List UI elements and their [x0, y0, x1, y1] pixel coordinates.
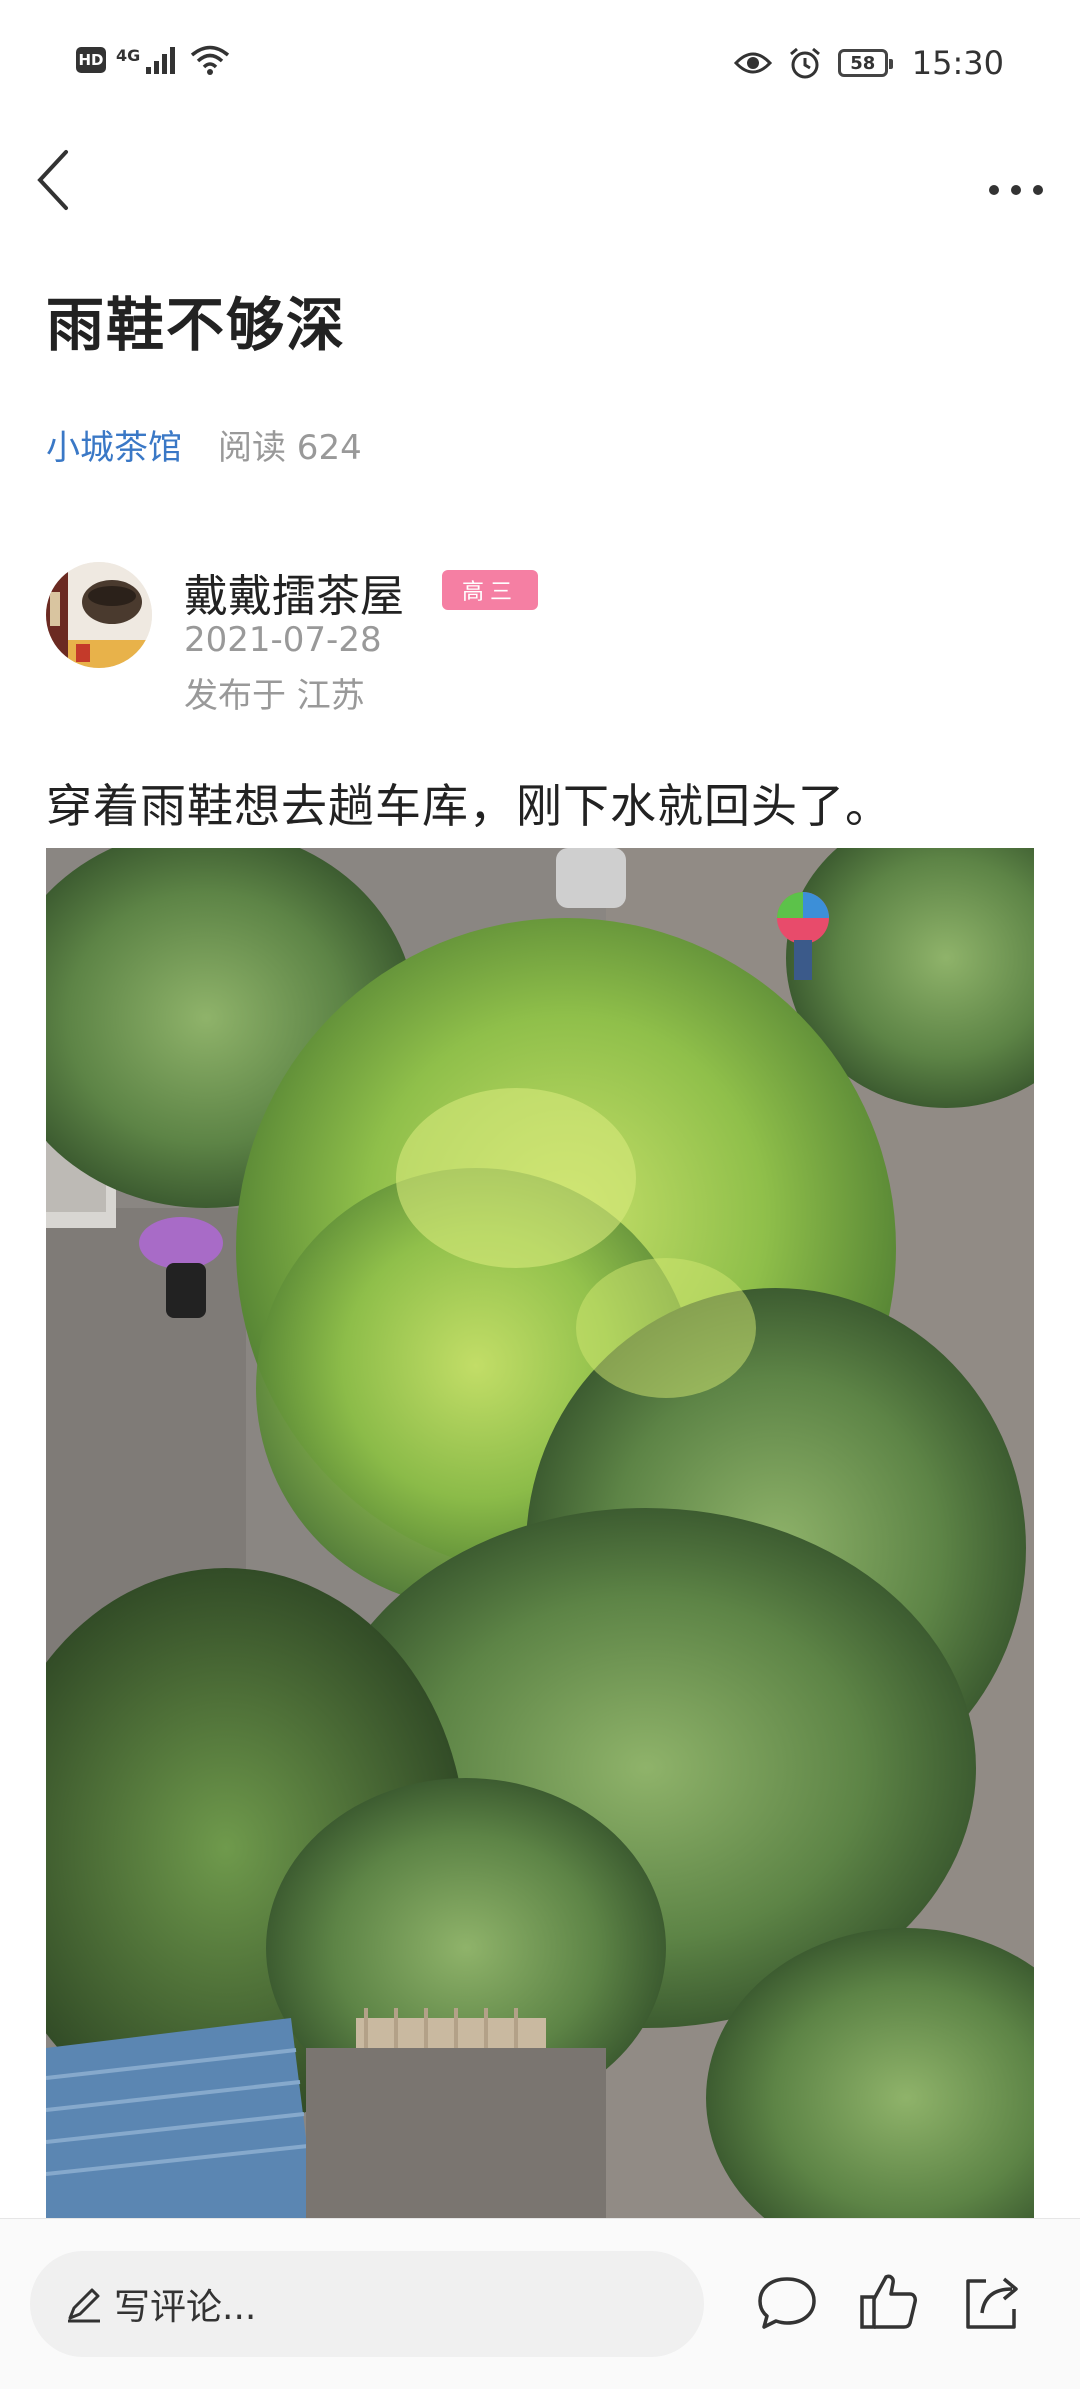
hd-badge: HD [76, 47, 106, 73]
share-button[interactable] [956, 2267, 1026, 2337]
battery-level: 58 [837, 49, 893, 77]
like-button[interactable] [854, 2267, 924, 2337]
thumbs-up-icon [860, 2274, 917, 2329]
wifi-icon [191, 45, 230, 75]
pen-icon [68, 2288, 100, 2323]
clock: 15:30 [911, 44, 1004, 82]
avatar[interactable] [46, 562, 152, 668]
bottom-bar: 写评论... [0, 2218, 1080, 2389]
more-button[interactable] [976, 150, 1056, 210]
nav-bar [0, 130, 1080, 240]
status-right: 58 15:30 [733, 44, 1004, 82]
avatar-image [46, 562, 152, 668]
status-left: HD 4G [76, 44, 230, 76]
article-photo[interactable] [46, 848, 1034, 2218]
post-location: 发布于 江苏 [184, 676, 365, 716]
eye-icon [733, 52, 772, 74]
post-date: 2021-07-28 [184, 620, 382, 660]
article-meta: 小城茶馆 阅读 624 [46, 420, 362, 469]
comment-placeholder: 写评论... [114, 2287, 257, 2328]
grade-badge: 高三 [442, 570, 539, 610]
article-title: 雨鞋不够深 [46, 291, 347, 359]
comment-input[interactable]: 写评论... [30, 2251, 704, 2357]
more-dots-icon [989, 185, 1043, 195]
signal-icon [146, 47, 176, 74]
network-type: 4G [116, 45, 141, 65]
article-text: 穿着雨鞋想去趟车库，刚下水就回头了。 [46, 779, 892, 833]
alarm-icon [789, 47, 820, 79]
author-block: 戴戴擂茶屋 高三 2021-07-28 发布于 江苏 [46, 560, 1036, 716]
chevron-left-icon [37, 150, 68, 210]
channel-link[interactable]: 小城茶馆 [46, 420, 182, 469]
author-name[interactable]: 戴戴擂茶屋 [184, 560, 404, 624]
back-button[interactable] [26, 140, 86, 220]
share-icon [966, 2277, 1018, 2329]
comment-button[interactable] [752, 2267, 822, 2337]
flood-tree-photo [46, 848, 1034, 2218]
read-count: 阅读 624 [218, 428, 362, 468]
comment-bubble-icon [758, 2277, 816, 2329]
status-bar: HD 4G 58 15:30 [0, 0, 1080, 130]
